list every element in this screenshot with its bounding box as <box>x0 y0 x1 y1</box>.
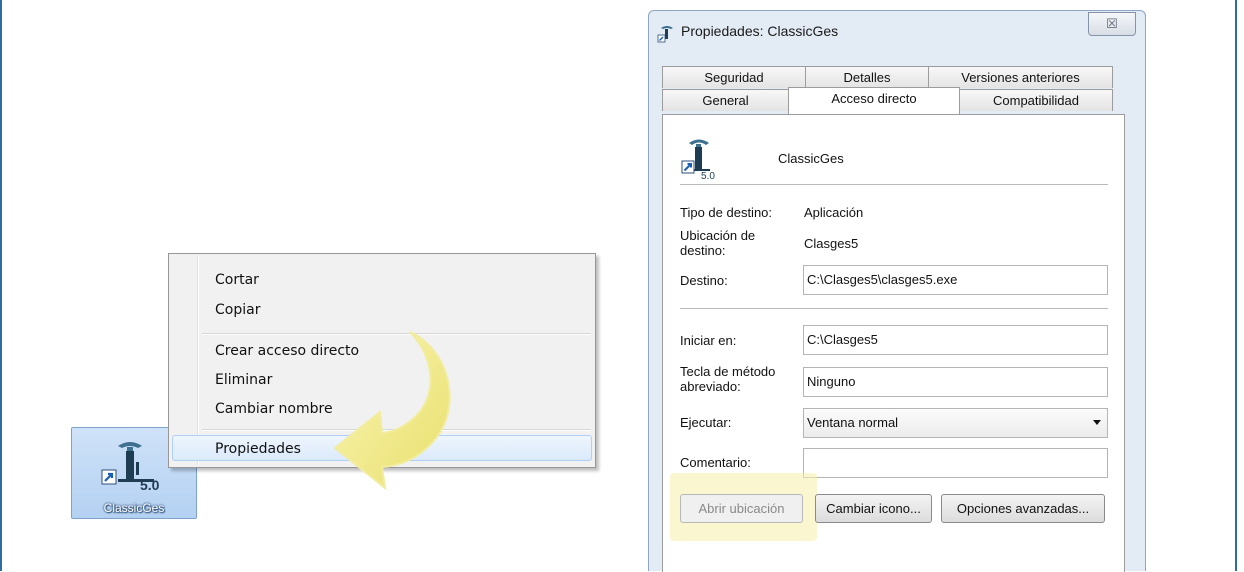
cambiar-icono-button[interactable]: Cambiar icono... <box>815 494 932 523</box>
tab-general[interactable]: General <box>662 89 789 111</box>
ubicacion-label-line2: destino: <box>680 243 726 258</box>
chevron-down-icon <box>1093 420 1101 425</box>
dialog-title: Propiedades: ClassicGes <box>681 23 839 39</box>
shortcut-version-label: 5.0 <box>701 171 715 179</box>
ejecutar-selected-value: Ventana normal <box>807 415 899 430</box>
tab-acceso-directo[interactable]: Acceso directo <box>788 87 960 114</box>
divider <box>680 184 1108 185</box>
close-button[interactable]: ☒ <box>1088 12 1136 36</box>
menu-item-propiedades[interactable]: Propiedades <box>215 441 301 457</box>
iniciar-en-field[interactable]: C:\Clasges5 <box>803 325 1108 355</box>
divider <box>680 308 1108 309</box>
app-title-icon <box>657 26 673 43</box>
comentario-field[interactable] <box>803 448 1108 478</box>
tecla-label-line2: abreviado: <box>680 379 741 394</box>
version-badge: 5.0 <box>140 477 160 493</box>
destino-field[interactable]: C:\Clasges5\clasges5.exe <box>803 265 1108 295</box>
tipo-destino-label: Tipo de destino: <box>680 205 773 220</box>
destino-label: Destino: <box>680 273 728 288</box>
curved-arrow-icon <box>333 331 451 491</box>
iniciar-en-label: Iniciar en: <box>680 333 737 348</box>
tab-detalles[interactable]: Detalles <box>805 66 929 88</box>
properties-dialog: Propiedades: ClassicGes ☒ Seguridad Deta… <box>648 10 1146 572</box>
abrir-ubicacion-button[interactable]: Abrir ubicación <box>680 494 803 523</box>
acceso-directo-panel: 5.0 ClassicGes Tipo de destino: Aplicaci… <box>662 114 1125 572</box>
menu-item-cortar[interactable]: Cortar <box>215 272 259 288</box>
desktop-icon-label: ClassicGes <box>103 501 165 515</box>
ubicacion-value: Clasges5 <box>804 236 859 251</box>
tecla-metodo-abreviado-field[interactable]: Ninguno <box>803 367 1108 397</box>
tab-versiones-anteriores[interactable]: Versiones anteriores <box>928 66 1113 88</box>
menu-item-copiar[interactable]: Copiar <box>215 302 260 318</box>
shortcut-app-icon: 5.0 <box>681 139 715 179</box>
tab-compatibilidad[interactable]: Compatibilidad <box>959 89 1113 111</box>
menu-item-cambiar-nombre[interactable]: Cambiar nombre <box>215 401 333 417</box>
menu-item-eliminar[interactable]: Eliminar <box>215 372 272 388</box>
ejecutar-label: Ejecutar: <box>680 415 732 430</box>
ubicacion-label-line1: Ubicación de <box>680 228 756 243</box>
shortcut-name: ClassicGes <box>778 151 844 166</box>
tipo-destino-value: Aplicación <box>804 205 864 220</box>
ejecutar-select[interactable]: Ventana normal <box>803 408 1108 438</box>
tab-seguridad[interactable]: Seguridad <box>662 66 806 88</box>
tecla-label-line1: Tecla de método <box>680 364 776 379</box>
menu-gutter <box>197 256 199 465</box>
opciones-avanzadas-button[interactable]: Opciones avanzadas... <box>941 494 1105 523</box>
classicges-app-icon: 5.0 <box>101 442 160 493</box>
comentario-label: Comentario: <box>680 455 751 470</box>
